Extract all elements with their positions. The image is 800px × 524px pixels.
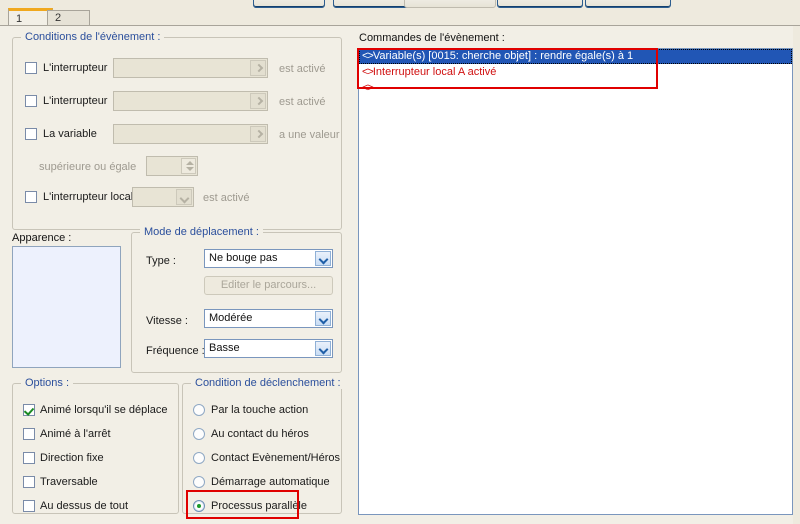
command-marker: <> bbox=[362, 50, 374, 62]
option-traversable-checkbox[interactable] bbox=[23, 476, 35, 488]
toolbar-button-3[interactable] bbox=[404, 0, 496, 8]
command-marker: <> bbox=[362, 82, 374, 94]
option-animated-moving-label: Animé lorsqu'il se déplace bbox=[40, 404, 168, 416]
condition-switch-2-checkbox[interactable] bbox=[25, 95, 37, 107]
option-above-all-label: Au dessus de tout bbox=[40, 500, 129, 512]
trigger-auto-start-label: Démarrage automatique bbox=[211, 476, 330, 488]
options-group: Options : Animé lorsqu'il se déplace Ani… bbox=[12, 377, 179, 514]
trigger-event-hero-contact-radio[interactable] bbox=[193, 452, 205, 464]
conditions-group: Conditions de l'évènement : L'interrupte… bbox=[12, 31, 342, 230]
condition-switch-1-suffix: est activé bbox=[279, 63, 326, 75]
right-commands-pane: Commandes de l'évènement : <>Variable(s)… bbox=[352, 26, 800, 524]
condition-variable-checkbox[interactable] bbox=[25, 128, 37, 140]
tab-page-2[interactable]: 2 bbox=[47, 10, 90, 26]
page-tabs: 1 2 bbox=[0, 8, 800, 26]
option-fixed-direction-label: Direction fixe bbox=[40, 452, 104, 464]
toolbar-button-4[interactable] bbox=[497, 0, 583, 8]
chevron-right-icon bbox=[250, 60, 266, 76]
variable-threshold-label: supérieure ou égale bbox=[39, 161, 137, 173]
right-margin bbox=[793, 26, 800, 524]
trigger-action-key-label: Par la touche action bbox=[211, 404, 309, 416]
trigger-parallel-process-label: Processus parallèle bbox=[211, 500, 307, 512]
trigger-group-label: Condition de déclenchement : bbox=[191, 377, 345, 389]
option-above-all-checkbox[interactable] bbox=[23, 500, 35, 512]
option-fixed-direction-checkbox[interactable] bbox=[23, 452, 35, 464]
movement-frequency-value: Basse bbox=[209, 342, 240, 354]
movement-speed-combo[interactable]: Modérée bbox=[204, 309, 333, 328]
toolbar-button-1[interactable] bbox=[253, 0, 325, 8]
options-group-label: Options : bbox=[21, 377, 74, 389]
toolbar-button-5[interactable] bbox=[585, 0, 671, 8]
option-animated-idle-label: Animé à l'arrêt bbox=[40, 428, 111, 440]
chevron-right-icon bbox=[250, 126, 266, 142]
conditions-group-label: Conditions de l'évènement : bbox=[21, 31, 165, 43]
chevron-down-icon bbox=[315, 251, 331, 266]
command-marker: <> bbox=[362, 66, 374, 78]
variable-threshold-spinner[interactable] bbox=[146, 156, 198, 176]
spinner-down-icon bbox=[186, 167, 194, 171]
event-editor-dialog: 1 2 Conditions de l'évènement : L'interr… bbox=[0, 0, 800, 524]
edit-path-button[interactable]: Editer le parcours... bbox=[204, 276, 333, 295]
condition-variable-field bbox=[113, 124, 268, 144]
condition-switch-2-suffix: est activé bbox=[279, 96, 326, 108]
option-animated-idle-checkbox[interactable] bbox=[23, 428, 35, 440]
movement-type-label: Type : bbox=[146, 255, 176, 267]
movement-frequency-label: Fréquence : bbox=[146, 345, 205, 357]
spinner-up-icon bbox=[186, 161, 194, 165]
condition-variable-suffix: a une valeur bbox=[279, 129, 340, 141]
option-animated-moving-checkbox[interactable] bbox=[23, 404, 35, 416]
spinner-arrows[interactable] bbox=[181, 158, 196, 174]
trigger-action-key-radio[interactable] bbox=[193, 404, 205, 416]
trigger-event-hero-contact-label: Contact Evènement/Héros bbox=[211, 452, 341, 464]
trigger-parallel-process-radio[interactable] bbox=[193, 500, 205, 512]
left-settings-pane: Conditions de l'évènement : L'interrupte… bbox=[0, 26, 352, 524]
condition-local-switch-checkbox[interactable] bbox=[25, 191, 37, 203]
trigger-hero-contact-label: Au contact du héros bbox=[211, 428, 309, 440]
list-item[interactable]: <> bbox=[359, 81, 792, 96]
movement-group-label: Mode de déplacement : bbox=[140, 226, 263, 238]
trigger-group: Condition de déclenchement : Par la touc… bbox=[182, 377, 345, 514]
trigger-hero-contact-radio[interactable] bbox=[193, 428, 205, 440]
condition-local-switch-combo[interactable] bbox=[132, 187, 194, 207]
condition-switch-2-field bbox=[113, 91, 268, 111]
commands-list[interactable]: <>Variable(s) [0015: cherche objet] : re… bbox=[358, 48, 793, 515]
movement-type-combo[interactable]: Ne bouge pas bbox=[204, 249, 333, 268]
top-toolbar-strip bbox=[0, 0, 800, 8]
chevron-down-icon bbox=[176, 189, 192, 205]
appearance-label: Apparence : bbox=[12, 232, 72, 244]
condition-switch-1-label: L'interrupteur bbox=[43, 62, 108, 74]
command-text: Variable(s) [0015: cherche objet] : rend… bbox=[372, 50, 634, 62]
list-item[interactable]: <>Interrupteur local A activé bbox=[359, 65, 792, 80]
chevron-down-icon bbox=[315, 341, 331, 356]
movement-speed-value: Modérée bbox=[209, 312, 253, 324]
option-traversable-label: Traversable bbox=[40, 476, 98, 488]
chevron-down-icon bbox=[315, 311, 331, 326]
trigger-auto-start-radio[interactable] bbox=[193, 476, 205, 488]
appearance-preview[interactable] bbox=[12, 246, 121, 368]
movement-type-value: Ne bouge pas bbox=[209, 252, 278, 264]
condition-switch-1-checkbox[interactable] bbox=[25, 62, 37, 74]
movement-speed-label: Vitesse : bbox=[146, 315, 188, 327]
movement-group: Mode de déplacement : Type : Ne bouge pa… bbox=[131, 226, 342, 373]
movement-frequency-combo[interactable]: Basse bbox=[204, 339, 333, 358]
condition-switch-1-field bbox=[113, 58, 268, 78]
condition-switch-2-label: L'interrupteur bbox=[43, 95, 108, 107]
condition-local-switch-label: L'interrupteur local bbox=[43, 191, 134, 203]
list-item[interactable]: <>Variable(s) [0015: cherche objet] : re… bbox=[359, 49, 792, 64]
commands-panel-label: Commandes de l'évènement : bbox=[359, 32, 505, 44]
condition-variable-label: La variable bbox=[43, 128, 97, 140]
command-text: Interrupteur local A activé bbox=[372, 66, 497, 78]
chevron-right-icon bbox=[250, 93, 266, 109]
condition-local-switch-suffix: est activé bbox=[203, 192, 250, 204]
